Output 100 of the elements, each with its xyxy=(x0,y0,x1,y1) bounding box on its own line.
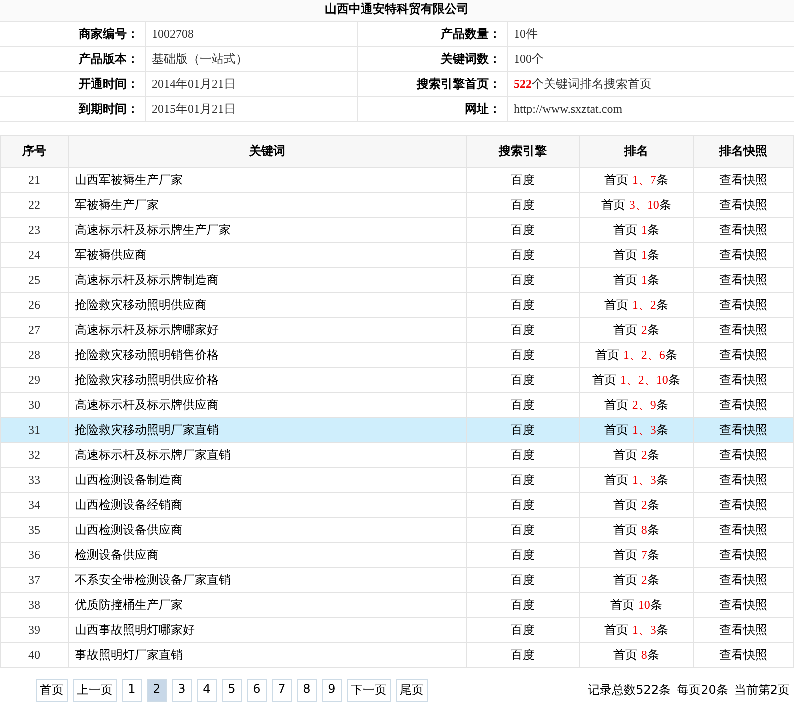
engine-cell: 百度 xyxy=(511,648,535,662)
rank-cell: 首页 3、10条 xyxy=(602,198,672,212)
page-button[interactable]: 8 xyxy=(297,679,317,702)
info-value: 100个 xyxy=(514,52,544,66)
keyword-cell: 山西检测设备制造商 xyxy=(75,472,183,486)
keyword-cell: 高速标示杆及标示牌供应商 xyxy=(75,398,219,412)
column-header: 序号 xyxy=(22,144,46,158)
info-label: 到期时间： xyxy=(79,102,139,116)
page-button[interactable]: 5 xyxy=(222,679,242,702)
row-number: 29 xyxy=(28,372,40,386)
rank-cell: 首页 10条 xyxy=(610,598,662,612)
engine-cell: 百度 xyxy=(511,322,535,336)
rank-cell: 首页 7条 xyxy=(614,548,660,562)
keyword-cell: 抢险救灾移动照明销售价格 xyxy=(75,348,219,362)
info-value: 2015年01月21日 xyxy=(152,102,236,116)
page-button[interactable]: 2 xyxy=(147,679,167,702)
page-button[interactable]: 1 xyxy=(122,679,142,702)
keyword-cell: 不系安全带检测设备厂家直销 xyxy=(75,572,231,586)
engine-cell: 百度 xyxy=(511,172,535,186)
engine-cell: 百度 xyxy=(511,372,535,386)
row-number: 36 xyxy=(28,548,40,562)
keyword-cell: 抢险救灾移动照明厂家直销 xyxy=(75,422,219,436)
keyword-cell: 军被褥供应商 xyxy=(75,248,147,262)
page-button[interactable]: 6 xyxy=(247,679,267,702)
rank-cell: 首页 1、2、10条 xyxy=(592,372,680,386)
keyword-cell: 高速标示杆及标示牌哪家好 xyxy=(75,322,219,336)
row-number: 28 xyxy=(28,348,40,362)
rank-cell: 首页 1条 xyxy=(614,222,660,236)
record-summary: 每页20条 xyxy=(677,682,728,699)
info-value: 基础版（一站式） xyxy=(152,52,248,66)
column-header: 关键词 xyxy=(250,144,286,158)
row-number: 38 xyxy=(28,598,40,612)
page-button[interactable]: 4 xyxy=(197,679,217,702)
column-header: 排名 xyxy=(624,144,648,158)
row-number: 23 xyxy=(28,222,40,236)
engine-cell: 百度 xyxy=(511,398,535,412)
record-summary: 记录总数522条 xyxy=(588,682,672,699)
info-value: 2014年01月21日 xyxy=(152,76,236,90)
row-number: 24 xyxy=(28,248,40,262)
keyword-cell: 检测设备供应商 xyxy=(75,548,159,562)
page-button[interactable]: 3 xyxy=(172,679,192,702)
keyword-cell: 高速标示杆及标示牌制造商 xyxy=(75,272,219,286)
row-number: 39 xyxy=(28,622,40,636)
rank-cell: 首页 1条 xyxy=(614,248,660,262)
page-button[interactable]: 上一页 xyxy=(73,679,117,702)
info-value: 10件 xyxy=(514,26,538,40)
page-button[interactable]: 7 xyxy=(272,679,292,702)
engine-cell: 百度 xyxy=(511,548,535,562)
row-number: 32 xyxy=(28,448,40,462)
record-summary: 当前第2页 xyxy=(734,682,790,699)
row-number: 34 xyxy=(28,498,40,512)
engine-cell: 百度 xyxy=(511,422,535,436)
info-label: 商家编号： xyxy=(79,26,139,40)
info-value: http://www.sxztat.com xyxy=(514,102,623,116)
keyword-cell: 山西检测设备供应商 xyxy=(75,522,183,536)
row-number: 22 xyxy=(28,198,40,212)
info-label: 开通时间： xyxy=(79,76,139,90)
column-header: 搜索引擎 xyxy=(499,144,547,158)
row-number: 37 xyxy=(28,572,40,586)
keyword-cell: 山西检测设备经销商 xyxy=(75,498,183,512)
page-button[interactable]: 尾页 xyxy=(396,679,428,702)
keyword-cell: 抢险救灾移动照明供应商 xyxy=(75,298,207,312)
keyword-cell: 军被褥生产厂家 xyxy=(75,198,159,212)
engine-cell: 百度 xyxy=(511,272,535,286)
rank-cell: 首页 8条 xyxy=(614,648,660,662)
engine-cell: 百度 xyxy=(511,298,535,312)
keyword-cell: 高速标示杆及标示牌厂家直销 xyxy=(75,448,231,462)
rank-cell: 首页 8条 xyxy=(614,522,660,536)
rank-cell: 首页 1、3条 xyxy=(604,472,668,486)
engine-cell: 百度 xyxy=(511,598,535,612)
engine-cell: 百度 xyxy=(511,622,535,636)
engine-cell: 百度 xyxy=(511,572,535,586)
info-value: 522个关键词排名搜索首页 xyxy=(514,76,652,90)
engine-cell: 百度 xyxy=(511,198,535,212)
engine-cell: 百度 xyxy=(511,472,535,486)
info-value: 1002708 xyxy=(152,26,194,40)
page-button[interactable]: 下一页 xyxy=(347,679,391,702)
page-button[interactable]: 首页 xyxy=(36,679,68,702)
rank-cell: 首页 1、7条 xyxy=(604,172,668,186)
column-header: 排名快照 xyxy=(720,144,768,158)
engine-cell: 百度 xyxy=(511,348,535,362)
keyword-cell: 高速标示杆及标示牌生产厂家 xyxy=(75,222,231,236)
rank-cell: 首页 2、9条 xyxy=(604,398,668,412)
rank-cell: 首页 2条 xyxy=(614,448,660,462)
rank-cell: 首页 1、2条 xyxy=(604,298,668,312)
rank-cell: 首页 1条 xyxy=(614,272,660,286)
rank-cell: 首页 2条 xyxy=(614,498,660,512)
company-title: 山西中通安特科贸有限公司 xyxy=(0,0,794,22)
row-number: 30 xyxy=(28,398,40,412)
keyword-cell: 抢险救灾移动照明供应价格 xyxy=(75,372,219,386)
row-number: 35 xyxy=(28,522,40,536)
row-number: 25 xyxy=(28,272,40,286)
info-label: 产品版本： xyxy=(79,52,139,66)
rank-cell: 首页 1、3条 xyxy=(604,622,668,636)
row-number: 40 xyxy=(28,648,40,662)
rank-cell: 首页 1、3条 xyxy=(604,422,668,436)
page-button[interactable]: 9 xyxy=(322,679,342,702)
row-number: 33 xyxy=(28,472,40,486)
row-number: 26 xyxy=(28,298,40,312)
info-label: 产品数量： xyxy=(441,26,501,40)
